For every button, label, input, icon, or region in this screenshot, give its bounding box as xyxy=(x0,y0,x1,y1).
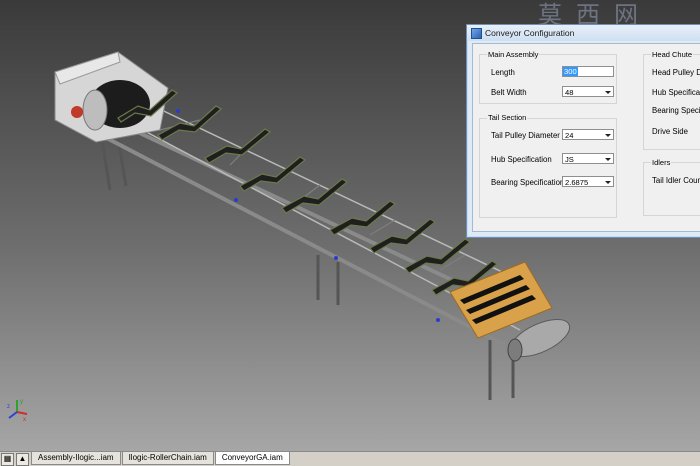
tab-label: ConveyorGA.iam xyxy=(221,453,283,462)
idlers-label: Idlers xyxy=(651,158,672,167)
bearing-specification-select[interactable]: 2.6875 xyxy=(562,176,614,187)
chevron-down-icon[interactable] xyxy=(605,134,611,137)
tail-pulley-diameter-select[interactable]: 24 xyxy=(562,129,614,140)
conveyor-configuration-dialog[interactable]: Conveyor Configuration Main Assembly Len… xyxy=(466,24,700,238)
axis-triad-icon: z y x xyxy=(7,399,28,422)
length-input[interactable]: 300 xyxy=(562,66,614,77)
bearing-specification-label: Bearing Specification xyxy=(491,178,565,187)
document-tab-bar: ▦ ▲ Assembly-Ilogic...iam Ilogic-RollerC… xyxy=(0,451,700,466)
dialog-client-area: Main Assembly Length 300 Belt Width 48 T… xyxy=(472,43,700,232)
tile-windows-icon[interactable]: ▦ xyxy=(1,453,14,466)
main-assembly-label: Main Assembly xyxy=(487,50,540,59)
tail-pulley-diameter-value: 24 xyxy=(565,131,574,140)
tab-menu-icon[interactable]: ▲ xyxy=(16,453,29,466)
tail-idler-count-label: Tail Idler Coun xyxy=(652,176,700,185)
tab-ilogic-rollerchain[interactable]: Ilogic-RollerChain.iam xyxy=(121,452,214,465)
head-hub-specification-label: Hub Specificatio xyxy=(652,88,700,97)
app-icon xyxy=(471,27,482,39)
hub-specification-value: JS xyxy=(565,155,574,164)
drive-side-label: Drive Side xyxy=(652,127,688,136)
chevron-down-icon[interactable] xyxy=(605,158,611,161)
head-bearing-specification-label: Bearing Specific xyxy=(652,106,700,115)
head-chute-label: Head Chute xyxy=(651,50,694,59)
tab-assembly-ilogic[interactable]: Assembly-Ilogic...iam xyxy=(31,452,121,465)
belt-width-label: Belt Width xyxy=(491,88,527,97)
hub-specification-label: Hub Specification xyxy=(491,155,552,164)
tab-label: Assembly-Ilogic...iam xyxy=(38,453,114,462)
triad-y-label: y xyxy=(20,399,23,405)
idlers-group xyxy=(643,162,700,216)
dialog-titlebar[interactable]: Conveyor Configuration xyxy=(467,25,700,41)
tab-conveyorga[interactable]: ConveyorGA.iam xyxy=(214,452,290,465)
dialog-title: Conveyor Configuration xyxy=(485,28,575,38)
belt-width-select[interactable]: 48 xyxy=(562,86,614,97)
3d-viewport[interactable]: 莫西网 www.3dmox.com z y x Conveyor Configu… xyxy=(0,0,700,451)
length-value: 300 xyxy=(563,67,578,76)
head-pulley-diameter-label: Head Pulley Di xyxy=(652,68,700,77)
bearing-specification-value: 2.6875 xyxy=(565,178,589,187)
chevron-down-icon[interactable] xyxy=(605,181,611,184)
belt-width-value: 48 xyxy=(565,88,574,97)
chevron-down-icon[interactable] xyxy=(605,91,611,94)
tail-pulley-diameter-label: Tail Pulley Diameter xyxy=(491,131,560,140)
hub-specification-select[interactable]: JS xyxy=(562,153,614,164)
tab-label: Ilogic-RollerChain.iam xyxy=(128,453,207,462)
triad-x-label: x xyxy=(23,417,26,422)
length-label: Length xyxy=(491,68,515,77)
tail-section-label: Tail Section xyxy=(487,113,528,122)
triad-z-label: z xyxy=(7,404,10,410)
